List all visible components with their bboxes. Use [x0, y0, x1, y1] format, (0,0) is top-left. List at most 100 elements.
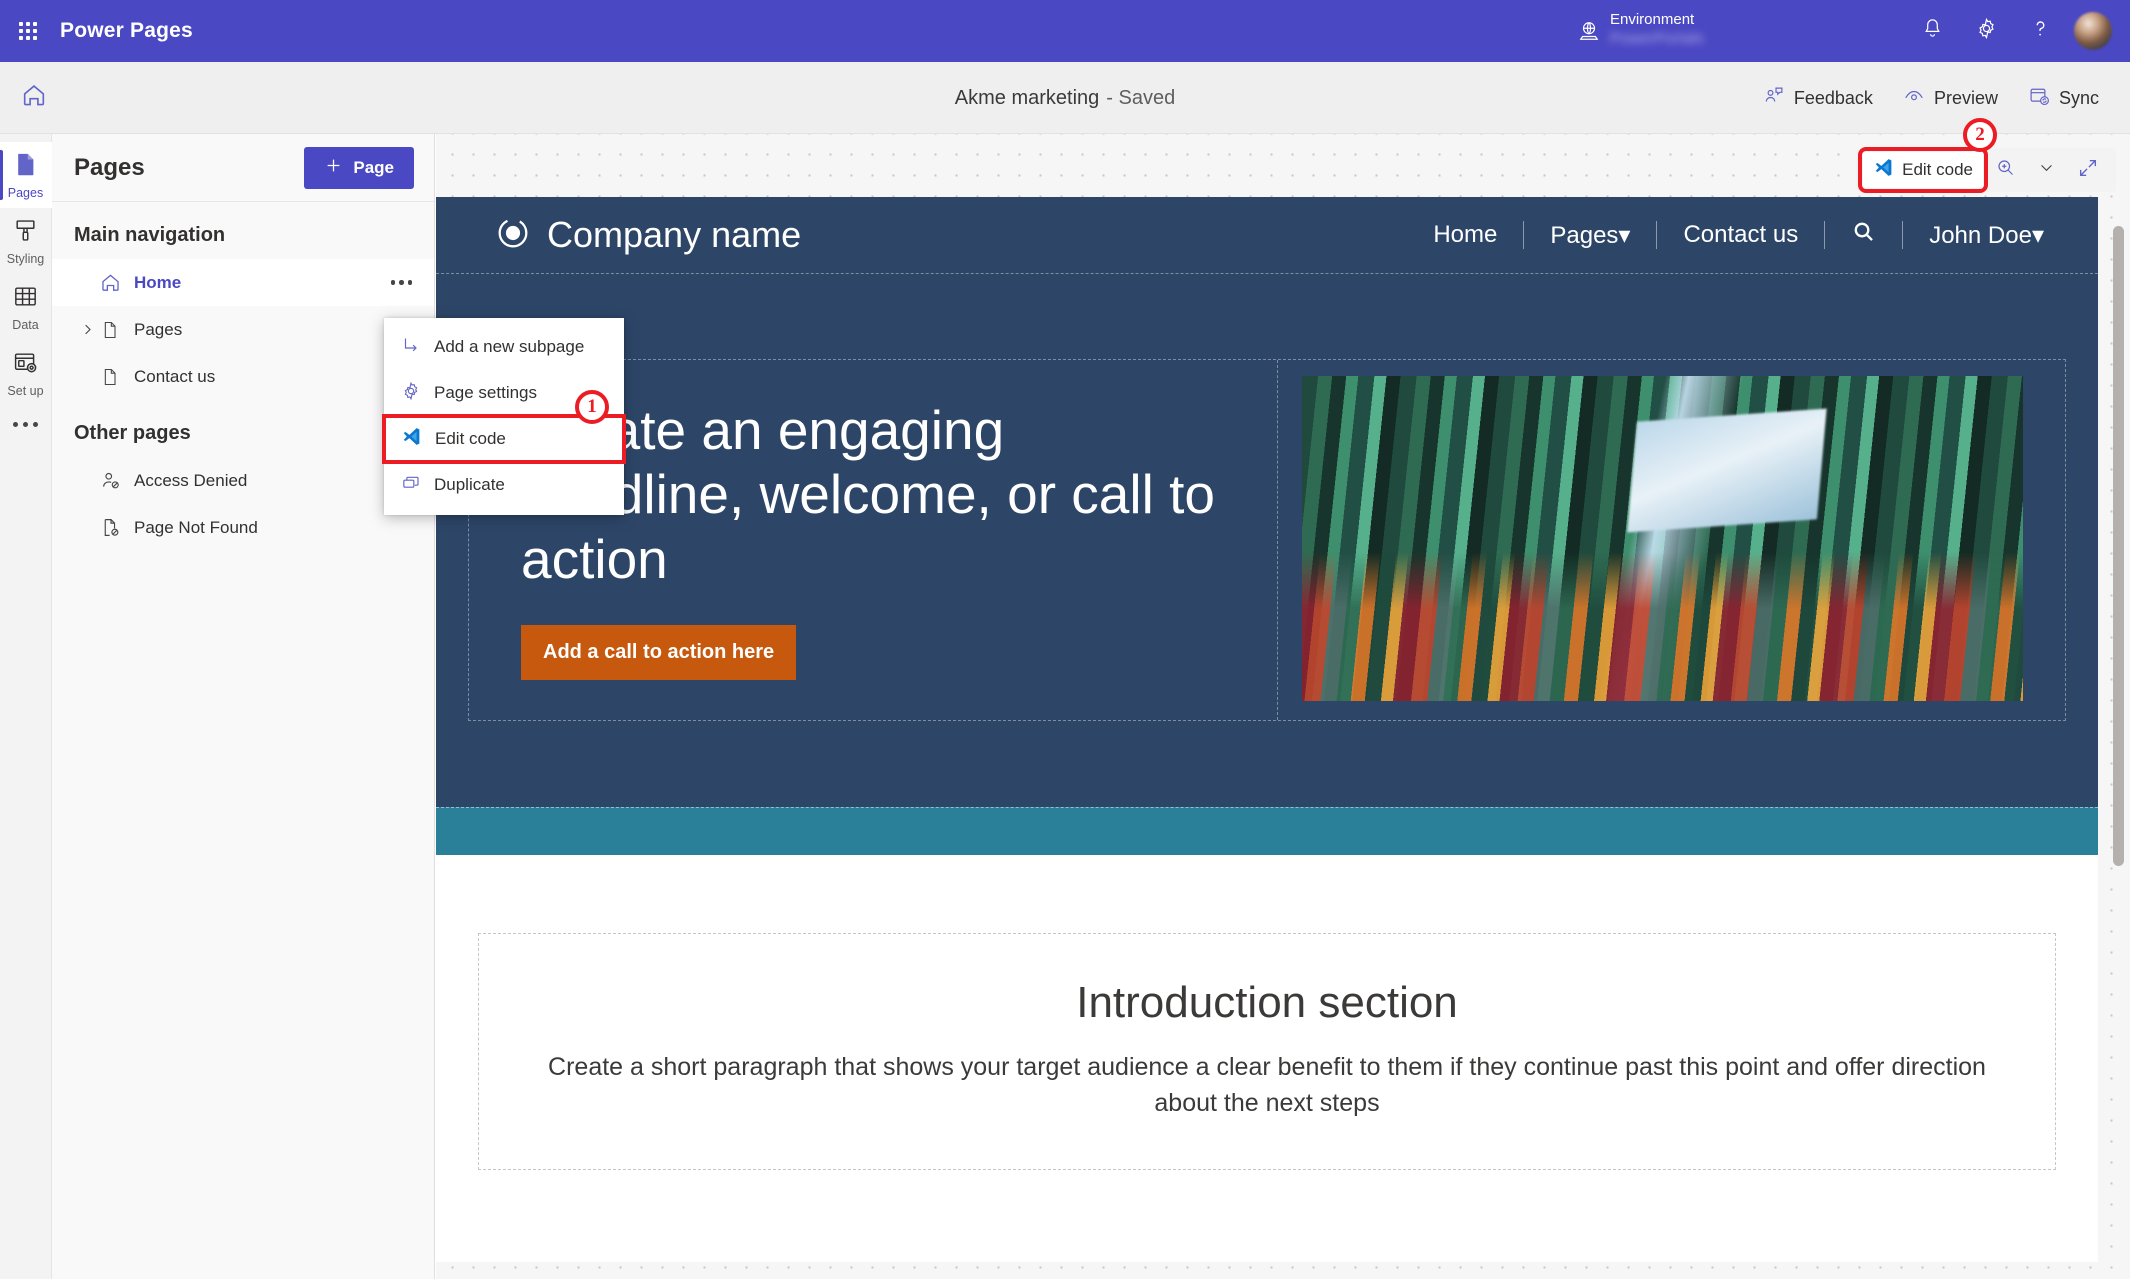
page-title: Pages	[74, 153, 145, 181]
hero-headline: Create an engaging headline, welcome, or…	[521, 399, 1215, 590]
gear-icon	[1975, 17, 1998, 45]
canvas-toolbar: Edit code	[1856, 147, 2116, 193]
app-launcher-icon	[19, 22, 37, 40]
environment-globe-icon	[1578, 20, 1600, 47]
tree-item-home[interactable]: Home	[52, 259, 434, 306]
expand-arrows-icon	[2077, 157, 2099, 184]
sidebar-item-label: Data	[12, 318, 39, 332]
caret-down-icon: ▾	[2031, 221, 2044, 249]
plus-icon	[324, 156, 343, 180]
context-menu-add-subpage[interactable]: Add a new subpage	[384, 324, 624, 370]
sync-icon	[2028, 85, 2050, 112]
help-button[interactable]	[2020, 11, 2060, 51]
sidebar-item-data[interactable]: Data	[0, 274, 52, 340]
home-row-more-button[interactable]	[385, 274, 419, 291]
save-state: - Saved	[1106, 86, 1176, 109]
hero-cta-button[interactable]: Add a call to action here	[521, 625, 797, 681]
sync-button[interactable]: Sync	[2015, 77, 2112, 120]
environment-label: Environment	[1610, 11, 1695, 28]
more-icon	[13, 422, 38, 427]
circle-logo-icon	[496, 216, 530, 255]
home-button[interactable]	[12, 76, 56, 120]
preview-label: Preview	[1933, 87, 1998, 108]
hero-image	[1301, 376, 2023, 701]
zoom-dropdown-button[interactable]	[2028, 152, 2065, 188]
table-icon	[12, 283, 39, 315]
introduction-block: Introduction section Create a short para…	[478, 933, 2056, 1171]
settings-button[interactable]	[1966, 11, 2006, 51]
tree-item-label: Contact us	[134, 366, 216, 386]
context-menu-label: Edit code	[435, 429, 506, 448]
page-icon	[12, 151, 39, 183]
nav-link-pages[interactable]: Pages▾	[1524, 221, 1656, 250]
setup-icon	[12, 349, 39, 381]
hero-layout: Create an engaging headline, welcome, or…	[468, 359, 2066, 722]
edit-code-label: Edit code	[1902, 160, 1973, 179]
left-rail: Pages Styling Data Set up	[0, 134, 52, 1279]
sidebar-item-label: Styling	[6, 252, 45, 266]
annotation-badge-2: 2	[1963, 118, 1997, 152]
nav-link-home[interactable]: Home	[1407, 221, 1523, 249]
annotation-badge-1: 1	[575, 390, 609, 424]
preview-button[interactable]: Preview	[1890, 77, 2011, 120]
command-bar: Akme marketing - Saved Feedback Preview	[0, 62, 2130, 134]
zoom-in-icon	[1995, 157, 2016, 183]
expand-button[interactable]	[2067, 152, 2109, 188]
nav-user-menu[interactable]: John Doe▾	[1903, 221, 2070, 250]
nav-search-button[interactable]	[1825, 219, 1902, 251]
sidebar-item-setup[interactable]: Set up	[0, 340, 52, 406]
design-canvas: Edit code Company name Home Pages▾ Conta…	[436, 134, 2130, 1279]
zoom-button[interactable]	[1985, 152, 2026, 188]
sidebar-item-styling[interactable]: Styling	[0, 208, 52, 274]
gear-icon	[401, 381, 421, 406]
site-brand[interactable]: Company name	[496, 214, 801, 256]
context-menu-label: Duplicate	[434, 475, 505, 494]
file-icon	[100, 367, 134, 387]
suite-bar: Power Pages Environment PowerPortals	[0, 0, 2130, 62]
introduction-section: Introduction section Create a short para…	[436, 855, 2098, 1263]
hero-image-column	[1278, 360, 2034, 720]
add-page-button[interactable]: Page	[304, 146, 414, 189]
search-icon	[1851, 222, 1876, 250]
tree-item-contact-us[interactable]: Contact us	[52, 353, 434, 400]
tree-item-access-denied[interactable]: Access Denied	[52, 457, 434, 504]
question-mark-icon	[2029, 17, 2052, 45]
canvas-scrollbar[interactable]	[2113, 226, 2124, 866]
vscode-icon	[401, 426, 422, 452]
chevron-right-icon[interactable]	[74, 322, 100, 337]
home-icon	[21, 82, 47, 113]
edit-code-button[interactable]: Edit code	[1858, 147, 1988, 193]
bell-icon	[1921, 17, 1944, 45]
tree-item-label: Page Not Found	[134, 517, 258, 537]
tree-item-page-not-found[interactable]: Page Not Found	[52, 504, 434, 551]
pages-panel-header: Pages Page	[52, 134, 434, 202]
site-preview: Company name Home Pages▾ Contact us John…	[436, 197, 2098, 1263]
company-name: Company name	[547, 214, 802, 255]
notifications-button[interactable]	[1912, 11, 1952, 51]
sidebar-item-pages[interactable]: Pages	[0, 142, 52, 208]
subpage-arrow-icon	[401, 335, 421, 360]
context-menu-label: Add a new subpage	[434, 337, 585, 356]
feedback-button[interactable]: Feedback	[1750, 77, 1886, 120]
sky-reflection	[1627, 408, 1827, 532]
sync-label: Sync	[2058, 87, 2099, 108]
site-header: Company name Home Pages▾ Contact us John…	[436, 197, 2098, 273]
other-pages-heading: Other pages	[74, 422, 191, 444]
tree-item-pages[interactable]: Pages	[52, 306, 434, 353]
person-blocked-icon	[100, 470, 134, 491]
feedback-label: Feedback	[1793, 87, 1873, 108]
home-outline-icon	[100, 272, 134, 293]
rail-overflow-button[interactable]	[0, 406, 52, 443]
sidebar-item-label: Pages	[7, 186, 44, 200]
avatar[interactable]	[2074, 12, 2112, 50]
caret-down-icon: ▾	[1618, 221, 1631, 249]
main-navigation-heading: Main navigation	[74, 224, 226, 246]
nav-link-contact-us[interactable]: Contact us	[1657, 221, 1824, 249]
app-launcher-button[interactable]	[0, 0, 56, 62]
tree-item-label: Home	[134, 272, 182, 292]
suite-brand[interactable]: Power Pages	[60, 19, 193, 43]
context-menu-duplicate[interactable]: Duplicate	[384, 462, 624, 508]
command-bar-actions: Feedback Preview Sync	[1750, 62, 2112, 134]
pages-panel: Pages Page Main navigation Home Pages Co…	[52, 134, 435, 1279]
environment-selector[interactable]: Environment PowerPortals	[1578, 4, 1704, 49]
